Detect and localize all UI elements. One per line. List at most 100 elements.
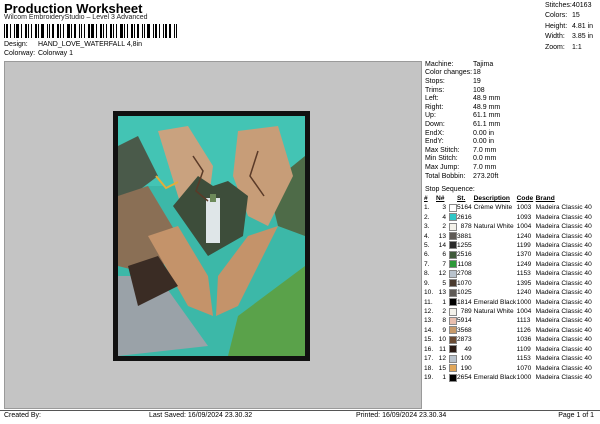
color-swatch bbox=[449, 335, 457, 344]
table-row: 19. 1 2654 Emerald Black 1000 Madeira Classic… bbox=[424, 373, 600, 382]
thread-code: 1000 bbox=[516, 298, 532, 306]
color-swatch bbox=[449, 241, 457, 250]
property-row: Right: 48.9 mm bbox=[425, 103, 597, 112]
barcode-bar bbox=[31, 24, 32, 38]
needle-number: 15 bbox=[438, 364, 446, 372]
stitch-count: 3881 bbox=[457, 232, 472, 240]
thread-description bbox=[474, 269, 517, 278]
barcode-bar bbox=[159, 24, 160, 38]
barcode-bar bbox=[21, 24, 22, 38]
col-stitches: St. bbox=[457, 195, 466, 202]
table-row: 14. 9 3568 1126 Madeira Classic 40 bbox=[424, 326, 600, 335]
stop-number: 13. bbox=[424, 317, 434, 325]
color-swatch bbox=[449, 232, 457, 241]
thread-brand: Madeira Classic 40 bbox=[535, 364, 592, 372]
thread-code: 1004 bbox=[516, 308, 532, 316]
table-row: 1. 3 5164 Crème White 1003 Madeira Classic 40 bbox=[424, 203, 600, 212]
property-label: Min Stitch: bbox=[425, 155, 458, 163]
stop-sequence-table: # N# St. Description Code Brand 1. 3 5164 C… bbox=[424, 194, 600, 382]
stitch-count: 1025 bbox=[457, 289, 472, 297]
barcode-bar bbox=[63, 24, 64, 38]
thread-description bbox=[474, 354, 517, 363]
stat-value: 1:1 bbox=[572, 43, 582, 51]
thread-brand: Madeira Classic 40 bbox=[535, 251, 592, 259]
table-row: 6. 6 2516 1370 Madeira Classic 40 bbox=[424, 250, 600, 259]
property-row: Stops: 19 bbox=[425, 77, 597, 86]
property-row: EndY: 0.00 in bbox=[425, 137, 597, 146]
barcode-bar bbox=[131, 24, 133, 38]
swatch bbox=[449, 250, 457, 259]
stitch-count: 2654 bbox=[457, 374, 472, 382]
swatch bbox=[449, 335, 457, 344]
stat-label: Height: bbox=[545, 22, 568, 30]
design-label: Design: bbox=[4, 41, 28, 48]
barcode bbox=[4, 24, 190, 38]
property-row: Down: 61.1 mm bbox=[425, 120, 597, 129]
needle-number: 11 bbox=[439, 345, 446, 353]
last-saved: Last Saved: 16/09/2024 23.30.32 bbox=[149, 412, 253, 419]
barcode-bar bbox=[14, 24, 15, 38]
table-row: 16. 11 49 1109 Madeira Classic 40 bbox=[424, 345, 600, 354]
table-row: 8. 12 2708 1153 Madeira Classic 40 bbox=[424, 269, 600, 278]
property-row: Min Stitch: 0.0 mm bbox=[425, 155, 597, 164]
printed-date: Printed: 16/09/2024 23.30.34 bbox=[356, 412, 447, 419]
stitch-count: 1255 bbox=[457, 241, 472, 249]
swatch bbox=[449, 326, 457, 335]
stitch-count: 1070 bbox=[457, 279, 472, 287]
colorway-row: Colorway: Colorway 1 bbox=[4, 50, 73, 57]
barcode-bar bbox=[88, 24, 90, 38]
stop-number: 12. bbox=[424, 308, 434, 316]
property-value: 7.0 mm bbox=[473, 146, 497, 154]
stat-label: Colors: bbox=[545, 12, 568, 20]
thread-description: Emerald Black bbox=[473, 374, 517, 382]
stitch-count: 2873 bbox=[457, 336, 472, 344]
stitch-count: 5164 bbox=[457, 204, 472, 212]
color-swatch bbox=[449, 260, 457, 269]
color-swatch bbox=[449, 298, 457, 307]
property-value: Tajima bbox=[473, 60, 494, 68]
col-needle: N# bbox=[436, 195, 445, 202]
property-value: 273.20ft bbox=[473, 172, 499, 180]
stat-value: 4.81 in bbox=[572, 22, 594, 30]
color-swatch bbox=[449, 316, 457, 325]
table-row: 10. 13 1025 1240 Madeira Classic 40 bbox=[424, 288, 600, 297]
barcode-bar bbox=[91, 24, 94, 38]
thread-code: 1036 bbox=[516, 336, 532, 344]
property-value: 18 bbox=[473, 69, 481, 77]
needle-number: 4 bbox=[442, 213, 446, 221]
needle-number: 12 bbox=[438, 270, 446, 278]
property-value: 7.0 mm bbox=[473, 163, 497, 171]
barcode-bar bbox=[169, 24, 171, 38]
thread-code: 1153 bbox=[516, 270, 531, 278]
barcode-bar bbox=[127, 24, 128, 38]
barcode-bar bbox=[96, 24, 97, 38]
col-swatch bbox=[449, 194, 457, 203]
barcode-bar bbox=[153, 24, 154, 38]
needle-number: 6 bbox=[442, 251, 446, 259]
thread-code: 1109 bbox=[516, 345, 531, 353]
barcode-bar bbox=[120, 24, 123, 38]
stop-number: 8. bbox=[424, 270, 430, 278]
thread-code: 1004 bbox=[516, 223, 532, 231]
design-preview-image bbox=[118, 116, 305, 356]
table-row: 11. 1 1814 Emerald Black 1000 Madeira Classic… bbox=[424, 297, 600, 307]
stitch-count: 878 bbox=[460, 223, 472, 231]
swatch bbox=[449, 241, 457, 250]
swatch bbox=[449, 222, 457, 231]
swatch bbox=[449, 316, 457, 325]
color-swatch bbox=[449, 269, 457, 278]
stop-number: 18. bbox=[424, 364, 434, 372]
stop-number: 19. bbox=[424, 374, 434, 382]
color-swatch bbox=[449, 203, 457, 212]
software-name: Wilcom EmbroideryStudio – Level 3 Advanc… bbox=[4, 14, 148, 21]
stitch-count: 5914 bbox=[457, 317, 472, 325]
needle-number: 13 bbox=[438, 232, 446, 240]
needle-number: 12 bbox=[438, 355, 446, 363]
stitch-count: 2516 bbox=[457, 251, 472, 259]
property-label: Trims: bbox=[425, 86, 445, 94]
table-row: 17. 12 109 1153 Madeira Classic 40 bbox=[424, 354, 600, 363]
color-swatch bbox=[449, 250, 457, 259]
stitch-count: 789 bbox=[460, 308, 472, 316]
footer-divider bbox=[0, 410, 600, 411]
swatch bbox=[449, 231, 457, 241]
